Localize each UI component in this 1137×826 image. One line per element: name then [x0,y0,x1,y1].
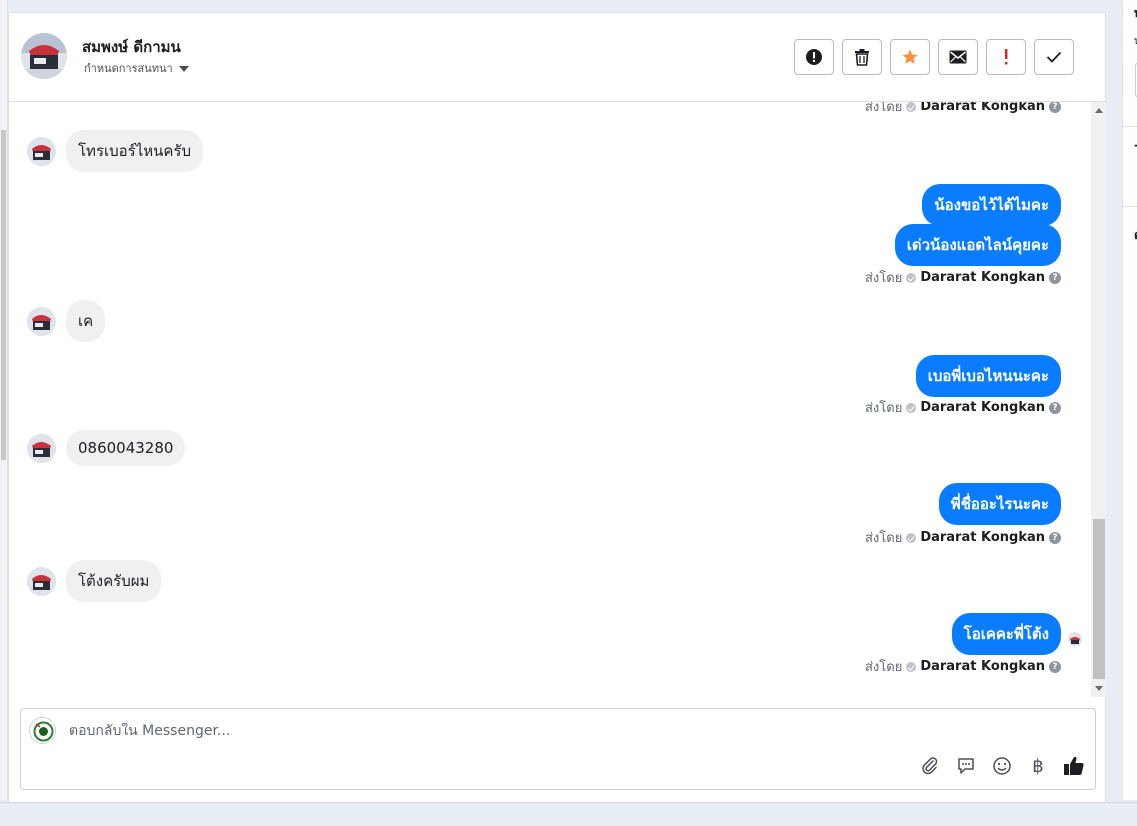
incoming-message: โต้งครับผม [27,560,162,602]
contact-avatar[interactable] [21,33,67,79]
agent-name[interactable]: Dararat Kongkan [920,400,1045,415]
verified-check-icon [906,532,917,543]
checkmark-icon [1046,51,1062,63]
help-icon[interactable]: ? [1049,102,1061,113]
exclamation-icon [1005,49,1008,65]
caret-down-icon [178,66,189,72]
help-icon[interactable]: ? [1049,401,1061,414]
sent-by-line: ส่งโดย Dararat Kongkan ? [865,656,1061,677]
verified-check-icon [906,661,917,672]
help-icon[interactable]: ? [1049,531,1061,544]
star-button[interactable] [890,39,930,75]
verified-check-icon [906,402,917,413]
sent-by-label: ส่งโดย [864,660,903,675]
message-list[interactable]: ส่งโดย Dararat Kongkan ? โทรเบอร์ไหนครับ… [9,102,1091,697]
sent-by-line: ส่งโดย Dararat Kongkan ? [865,102,1061,117]
scroll-up-arrow-icon[interactable] [1095,108,1103,113]
thumbs-up-icon[interactable] [1063,755,1085,777]
composer-tools: ฿ [919,755,1085,777]
sent-by-label: ส่งโดย [864,102,903,115]
help-icon[interactable]: ? [1049,660,1061,673]
sent-by-label: ส่งโดย [864,531,903,546]
sent-by-line: ส่งโดย Dararat Kongkan ? [865,267,1061,288]
outgoing-bubble[interactable]: เด่วน้องแอดไลน์คุยคะ [894,224,1061,266]
contact-avatar-small[interactable] [27,136,56,166]
outgoing-bubble[interactable]: พี่ชื่ออะไรนะคะ [938,483,1061,525]
incoming-bubble[interactable]: 0860043280 [66,430,186,466]
agent-name[interactable]: Dararat Kongkan [920,659,1045,674]
delete-button[interactable] [842,39,882,75]
contact-avatar-small[interactable] [27,433,56,463]
left-scrollbar-thumb[interactable] [1,130,6,460]
spam-button[interactable] [794,39,834,75]
message-scrollbar[interactable] [1091,102,1107,697]
trash-icon [855,49,869,66]
help-icon[interactable]: ? [1049,271,1061,284]
divider [1123,126,1137,127]
page-avatar [29,717,56,744]
agent-name[interactable]: Dararat Kongkan [920,102,1045,114]
right-info-panel: บ น - ต [1122,0,1137,800]
incoming-bubble[interactable]: เค [66,300,106,342]
sent-by-line: ส่งโดย Dararat Kongkan ? [865,527,1061,548]
panel-gap [1106,0,1122,800]
reply-composer: ฿ [20,708,1096,790]
contact-avatar-small[interactable] [27,566,56,596]
incoming-message: เค [27,300,106,342]
envelope-icon [949,50,967,64]
contact-avatar-small[interactable] [27,306,56,336]
baht-icon[interactable]: ฿ [1027,755,1049,777]
divider [1123,206,1137,207]
verified-check-icon [906,272,917,283]
incoming-bubble[interactable]: โต้งครับผม [66,560,162,602]
incoming-bubble[interactable]: โทรเบอร์ไหนครับ [66,130,204,172]
reply-input[interactable] [69,723,769,739]
contact-name: สมพงษ์ ดีกามน [82,38,181,56]
outgoing-bubble[interactable]: โอเคคะพี่โต้ง [951,613,1061,655]
outgoing-bubble[interactable]: เบอพี่เบอไหนนะคะ [915,355,1061,397]
emoji-icon[interactable] [991,755,1013,777]
saved-reply-icon[interactable] [955,755,977,777]
left-panel-edge [0,0,8,800]
follow-up-button[interactable] [986,39,1026,75]
exclamation-circle-icon [806,49,822,65]
conversation-header: สมพงษ์ ดีกามน กำหนดการสนทนา [9,13,1105,102]
verified-check-icon [906,102,917,112]
sent-by-label: ส่งโดย [864,271,903,286]
paperclip-icon[interactable] [919,755,941,777]
conversation-actions [794,39,1074,75]
conversation-panel: สมพงษ์ ดีกามน กำหนดการสนทนา ส่งโดย Darar… [8,12,1107,802]
scroll-down-arrow-icon[interactable] [1095,686,1103,691]
agent-name[interactable]: Dararat Kongkan [920,270,1045,285]
agent-name[interactable]: Dararat Kongkan [920,530,1045,545]
mark-unread-button[interactable] [938,39,978,75]
seen-indicator-avatar [1068,632,1082,646]
sent-by-line: ส่งโดย Dararat Kongkan ? [865,397,1061,418]
bottom-strip [0,802,1137,826]
sent-by-label: ส่งโดย [864,401,903,416]
outgoing-bubble[interactable]: น้องขอไว้ได้ไมคะ [922,184,1061,226]
scrollbar-thumb[interactable] [1093,519,1105,679]
assign-label: กำหนดการสนทนา [84,62,173,75]
assign-conversation-dropdown[interactable]: กำหนดการสนทนา [84,59,189,77]
page: สมพงษ์ ดีกามน กำหนดการสนทนา ส่งโดย Darar… [0,0,1137,826]
star-icon [902,49,918,64]
incoming-message: 0860043280 [27,430,186,466]
incoming-message: โทรเบอร์ไหนครับ [27,130,204,172]
mark-done-button[interactable] [1034,39,1074,75]
